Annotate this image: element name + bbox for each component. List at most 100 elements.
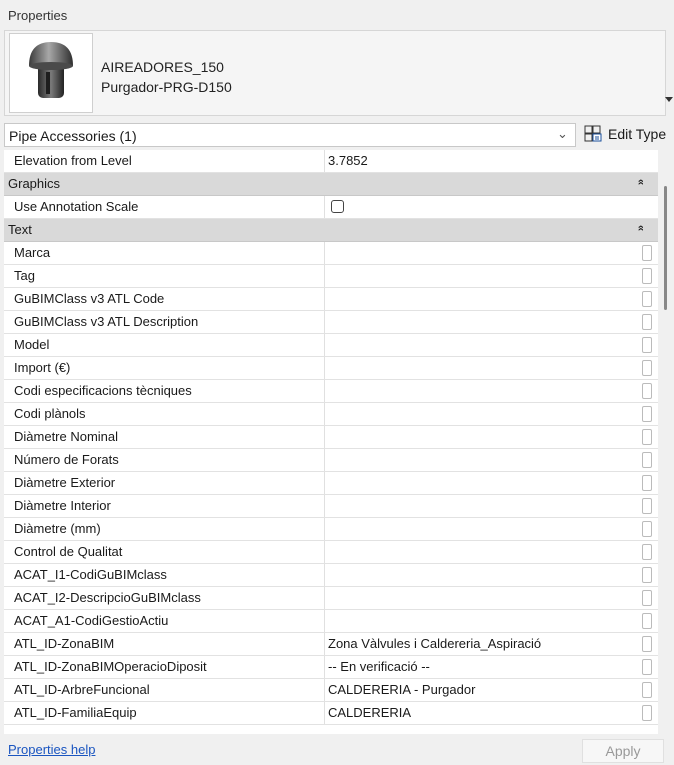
- property-name: Diàmetre Exterior: [14, 475, 116, 490]
- collapse-icon[interactable]: »: [635, 225, 647, 231]
- associate-parameter-button[interactable]: [642, 613, 652, 629]
- use-annotation-scale-checkbox[interactable]: [331, 200, 344, 213]
- property-name: ACAT_I1-CodiGuBIMclass: [14, 567, 167, 582]
- properties-title-bar: Properties: [0, 0, 674, 28]
- property-name: Diàmetre (mm): [14, 521, 101, 536]
- associate-parameter-button[interactable]: [642, 337, 652, 353]
- property-row[interactable]: ACAT_A1-CodiGestioActiu: [4, 610, 658, 633]
- collapse-icon[interactable]: »: [635, 179, 647, 185]
- associate-parameter-button[interactable]: [642, 544, 652, 560]
- column-divider: [324, 380, 325, 402]
- property-row[interactable]: GuBIMClass v3 ATL Description: [4, 311, 658, 334]
- associate-parameter-button[interactable]: [642, 383, 652, 399]
- property-name: Model: [14, 337, 50, 352]
- associate-parameter-button[interactable]: [642, 291, 652, 307]
- group-header-graphics[interactable]: Graphics »: [4, 173, 658, 196]
- column-divider: [324, 702, 325, 724]
- property-value[interactable]: -- En verificació --: [328, 659, 430, 674]
- column-divider: [324, 242, 325, 264]
- column-divider: [324, 265, 325, 287]
- associate-parameter-button[interactable]: [642, 406, 652, 422]
- property-name: ACAT_I2-DescripcioGuBIMclass: [14, 590, 201, 605]
- property-row[interactable]: Diàmetre (mm): [4, 518, 658, 541]
- associate-parameter-button[interactable]: [642, 567, 652, 583]
- edit-type-icon: [584, 125, 602, 142]
- column-divider: [324, 150, 325, 172]
- property-row[interactable]: ACAT_I2-DescripcioGuBIMclass: [4, 587, 658, 610]
- property-row[interactable]: ATL_ID-ArbreFuncional CALDERERIA - Purgad…: [4, 679, 658, 702]
- associate-parameter-button[interactable]: [642, 498, 652, 514]
- property-row[interactable]: Model: [4, 334, 658, 357]
- property-row[interactable]: Import (€): [4, 357, 658, 380]
- property-row[interactable]: Diàmetre Nominal: [4, 426, 658, 449]
- property-row[interactable]: Diàmetre Exterior: [4, 472, 658, 495]
- properties-help-link[interactable]: Properties help: [8, 742, 95, 757]
- property-value[interactable]: CALDERERIA: [328, 705, 411, 720]
- property-row[interactable]: ATL_ID-ZonaBIM Zona Vàlvules i Caldereria…: [4, 633, 658, 656]
- associate-parameter-button[interactable]: [642, 590, 652, 606]
- property-name: Codi plànols: [14, 406, 86, 421]
- vertical-scrollbar[interactable]: [658, 150, 674, 734]
- property-name: Elevation from Level: [14, 153, 132, 168]
- edit-type-button[interactable]: Edit Type: [584, 122, 672, 146]
- property-name: GuBIMClass v3 ATL Code: [14, 291, 165, 306]
- column-divider: [324, 449, 325, 471]
- associate-parameter-button[interactable]: [642, 636, 652, 652]
- property-name: Diàmetre Nominal: [14, 429, 119, 444]
- properties-footer: Properties help Apply: [0, 734, 674, 765]
- property-row[interactable]: Control de Qualitat: [4, 541, 658, 564]
- group-header-text[interactable]: Text »: [4, 219, 658, 242]
- property-name: ATL_ID-FamiliaEquip: [14, 705, 137, 720]
- property-name: Marca: [14, 245, 51, 260]
- associate-parameter-button[interactable]: [642, 475, 652, 491]
- column-divider: [324, 357, 325, 379]
- property-row[interactable]: Use Annotation Scale: [4, 196, 658, 219]
- column-divider: [324, 656, 325, 678]
- column-divider: [324, 196, 325, 218]
- property-row[interactable]: ATL_ID-ZonaBIMOperacioDiposit -- En verif…: [4, 656, 658, 679]
- filter-label: Pipe Accessories (1): [9, 128, 137, 144]
- instance-filter-dropdown[interactable]: Pipe Accessories (1) ⌄: [4, 123, 576, 147]
- property-value[interactable]: 3.7852: [328, 153, 368, 168]
- scrollbar-thumb[interactable]: [664, 186, 667, 310]
- associate-parameter-button[interactable]: [642, 429, 652, 445]
- type-dropdown-arrow-icon[interactable]: [665, 97, 673, 102]
- property-row[interactable]: Número de Forats: [4, 449, 658, 472]
- associate-parameter-button[interactable]: [642, 705, 652, 721]
- edit-type-label: Edit Type: [608, 126, 667, 142]
- apply-button[interactable]: Apply: [582, 739, 664, 763]
- associate-parameter-button[interactable]: [642, 682, 652, 698]
- property-row[interactable]: ACAT_I1-CodiGuBIMclass: [4, 564, 658, 587]
- property-row[interactable]: Tag: [4, 265, 658, 288]
- associate-parameter-button[interactable]: [642, 360, 652, 376]
- property-row[interactable]: Marca: [4, 242, 658, 265]
- associate-parameter-button[interactable]: [642, 245, 652, 261]
- property-name: Import (€): [14, 360, 71, 375]
- type-thumbnail: [9, 33, 93, 113]
- column-divider: [324, 288, 325, 310]
- property-name: ACAT_A1-CodiGestioActiu: [14, 613, 169, 628]
- associate-parameter-button[interactable]: [642, 314, 652, 330]
- property-row[interactable]: Diàmetre Interior: [4, 495, 658, 518]
- type-family-name: AIREADORES_150: [101, 59, 224, 75]
- column-divider: [324, 633, 325, 655]
- property-name: Diàmetre Interior: [14, 498, 111, 513]
- associate-parameter-button[interactable]: [642, 521, 652, 537]
- column-divider: [324, 587, 325, 609]
- associate-parameter-button[interactable]: [642, 659, 652, 675]
- type-selector[interactable]: AIREADORES_150 Purgador-PRG-D150: [4, 30, 673, 116]
- property-row[interactable]: Codi plànols: [4, 403, 658, 426]
- property-row[interactable]: Elevation from Level 3.7852: [4, 150, 658, 173]
- property-name: Use Annotation Scale: [14, 199, 139, 214]
- property-value[interactable]: Zona Vàlvules i Caldereria_Aspiració: [328, 636, 541, 651]
- property-row[interactable]: GuBIMClass v3 ATL Code: [4, 288, 658, 311]
- property-value[interactable]: CALDERERIA - Purgador: [328, 682, 475, 697]
- associate-parameter-button[interactable]: [642, 452, 652, 468]
- chevron-down-icon[interactable]: ⌄: [557, 126, 568, 142]
- associate-parameter-button[interactable]: [642, 268, 652, 284]
- pipe-accessory-icon: [29, 42, 73, 98]
- property-row[interactable]: ATL_ID-FamiliaEquip CALDERERIA: [4, 702, 658, 725]
- panel-title: Properties: [8, 8, 68, 23]
- group-header-label: Text: [8, 222, 32, 237]
- property-row[interactable]: Codi especificacions tècniques: [4, 380, 658, 403]
